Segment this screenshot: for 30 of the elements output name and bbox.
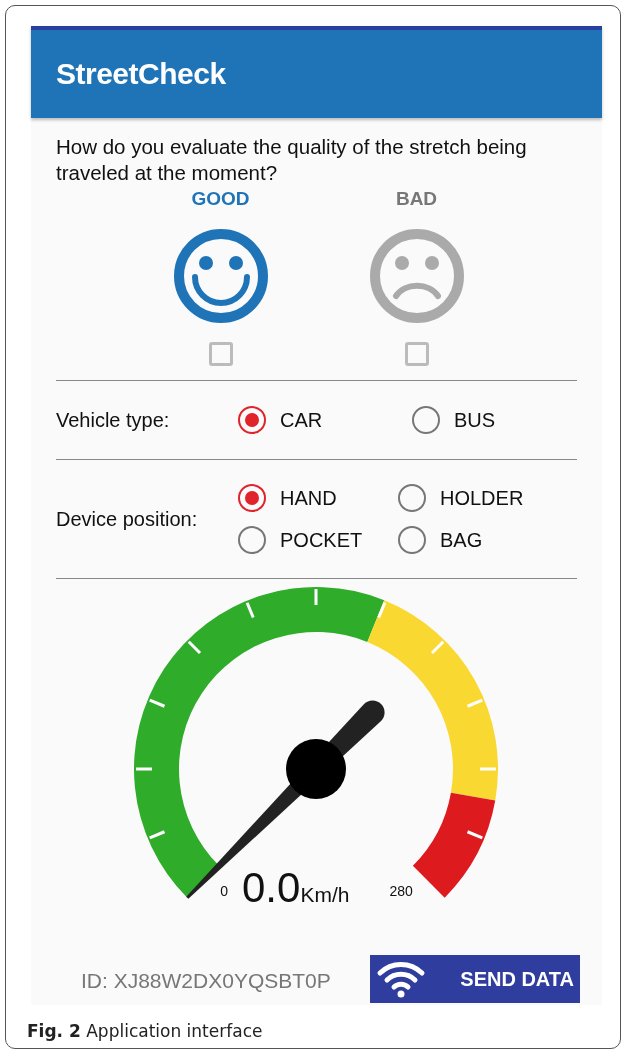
radio-button[interactable] bbox=[412, 406, 440, 434]
radio-option[interactable]: POCKET bbox=[238, 526, 398, 554]
max-speed-label: 280 bbox=[389, 883, 413, 899]
app-title: StreetCheck bbox=[56, 57, 226, 91]
speed-unit: Km/h bbox=[300, 883, 350, 907]
rating-label: BAD bbox=[395, 188, 438, 210]
vehicle-type-label: Vehicle type: bbox=[56, 408, 171, 432]
radio-option[interactable]: HOLDER bbox=[398, 484, 558, 512]
radio-option[interactable]: HAND bbox=[238, 484, 398, 512]
sad-face-icon[interactable] bbox=[368, 228, 465, 324]
send-data-button[interactable]: SEND DATA bbox=[370, 955, 580, 1003]
radio-option[interactable]: BAG bbox=[398, 526, 558, 554]
radio-button[interactable] bbox=[238, 526, 266, 554]
radio-option[interactable]: BUS bbox=[412, 406, 552, 434]
min-speed-label: 0 bbox=[220, 883, 228, 899]
radio-option[interactable]: CAR bbox=[238, 406, 412, 434]
radio-button[interactable] bbox=[238, 406, 266, 434]
device-position-label: Device position: bbox=[56, 507, 199, 531]
radio-button[interactable] bbox=[398, 526, 426, 554]
speed-reading: 0.0 bbox=[242, 867, 301, 909]
figure-caption: Fig. 2 Application interface bbox=[27, 1021, 264, 1041]
wifi-icon bbox=[376, 959, 426, 999]
radio-button[interactable] bbox=[398, 484, 426, 512]
rating-label: GOOD bbox=[191, 188, 250, 210]
smiley-face-icon[interactable] bbox=[172, 228, 269, 324]
question-text: How do you evaluate the quality of the stretch being traveled at the moment? bbox=[56, 134, 528, 186]
checkbox[interactable] bbox=[208, 342, 233, 366]
checkbox[interactable] bbox=[404, 342, 429, 366]
device-id: ID: XJ88W2DX0YQSBT0P bbox=[81, 969, 331, 993]
radio-button[interactable] bbox=[238, 484, 266, 512]
